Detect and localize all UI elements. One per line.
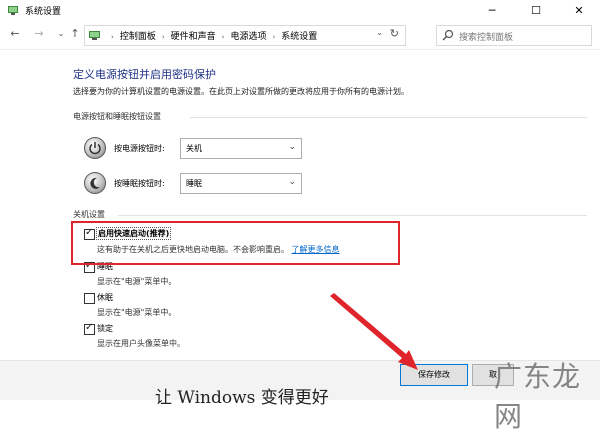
search-input[interactable]: 搜索控制面板 — [436, 25, 592, 46]
divider — [0, 49, 600, 50]
power-button-label: 按电源按钮时: — [114, 144, 165, 153]
page-description: 选择要为你的计算机设置的电源设置。在此页上对设置所做的更改将应用于你所有的电源计… — [73, 87, 409, 96]
address-bar[interactable]: › 控制面板 › 硬件和声音 › 电源选项 › 系统设置 ⌄ ↻ — [84, 25, 406, 46]
window-title: 系统设置 — [25, 7, 62, 17]
control-panel-icon — [89, 31, 100, 40]
annotation-highlight-box — [71, 221, 400, 265]
breadcrumb-separator-icon: › — [272, 33, 276, 41]
chevron-down-icon: ⌄ — [288, 177, 296, 187]
background-window-text: 让 Windows 变得更好 — [155, 388, 329, 408]
power-symbol-icon — [89, 142, 101, 155]
back-arrow-icon[interactable]: ← — [8, 27, 22, 41]
sleep-button-action-value: 睡眠 — [186, 179, 202, 188]
maximize-button[interactable]: ☐ — [514, 0, 558, 21]
control-panel-icon — [8, 6, 18, 15]
page-title: 定义电源按钮并启用密码保护 — [73, 68, 216, 81]
lock-checkbox[interactable]: ✓ — [84, 322, 95, 335]
breadcrumb-separator-icon: › — [221, 33, 225, 41]
minimize-button[interactable]: ─ — [470, 0, 514, 21]
power-section-label: 电源按钮和睡眠按钮设置 — [73, 112, 161, 121]
breadcrumb: › 控制面板 › 硬件和声音 › 电源选项 › 系统设置 — [105, 29, 317, 42]
sleep-button-icon — [84, 172, 106, 194]
search-placeholder: 搜索控制面板 — [459, 33, 514, 43]
title-bar: 系统设置 ─ ☐ ✕ — [0, 0, 600, 21]
up-arrow-icon[interactable]: ↑ — [68, 27, 82, 41]
lock-description: 显示在用户头像菜单中。 — [97, 339, 185, 348]
section-divider — [118, 215, 587, 216]
shutdown-section-label: 关机设置 — [73, 210, 105, 219]
hibernate-label[interactable]: 休眠 — [97, 292, 113, 303]
sleep-button-label: 按睡眠按钮时: — [114, 179, 165, 188]
annotation-arrow-icon — [330, 293, 418, 370]
breadcrumb-item[interactable]: 硬件和声音 — [171, 32, 216, 42]
sleep-description: 显示在"电源"菜单中。 — [97, 277, 177, 286]
watermark-logo: 广东龙网 — [494, 360, 582, 433]
power-button-action-value: 关机 — [186, 144, 202, 153]
checkmark-icon: ✓ — [85, 322, 94, 333]
breadcrumb-item[interactable]: 控制面板 — [120, 32, 156, 42]
breadcrumb-separator-icon: › — [111, 33, 114, 41]
refresh-icon[interactable]: ↻ — [390, 27, 399, 40]
breadcrumb-item-current[interactable]: 系统设置 — [281, 32, 317, 42]
lock-label[interactable]: 锁定 — [97, 323, 113, 334]
moon-icon — [90, 177, 100, 189]
address-row: ← → ⌄ ↑ › 控制面板 › 硬件和声音 › 电源选项 › 系统设置 ⌄ ↻ 搜索控制面板 — [0, 22, 600, 48]
breadcrumb-item[interactable]: 电源选项 — [230, 32, 266, 42]
sleep-button-action-select[interactable]: 睡眠 ⌄ — [180, 173, 302, 194]
chevron-down-icon: ⌄ — [288, 142, 296, 152]
close-button[interactable]: ✕ — [558, 0, 600, 21]
hibernate-description: 显示在"电源"菜单中。 — [97, 308, 177, 317]
address-dropdown-chevron-icon[interactable]: ⌄ — [376, 28, 383, 37]
power-button-action-select[interactable]: 关机 ⌄ — [180, 138, 302, 159]
power-button-icon — [84, 137, 106, 159]
section-divider — [190, 117, 587, 118]
breadcrumb-separator-icon: › — [161, 33, 165, 41]
search-icon — [442, 29, 454, 41]
recent-locations-chevron-icon[interactable]: ⌄ — [54, 27, 68, 41]
hibernate-checkbox[interactable] — [84, 293, 95, 304]
forward-arrow-icon[interactable]: → — [32, 27, 46, 41]
